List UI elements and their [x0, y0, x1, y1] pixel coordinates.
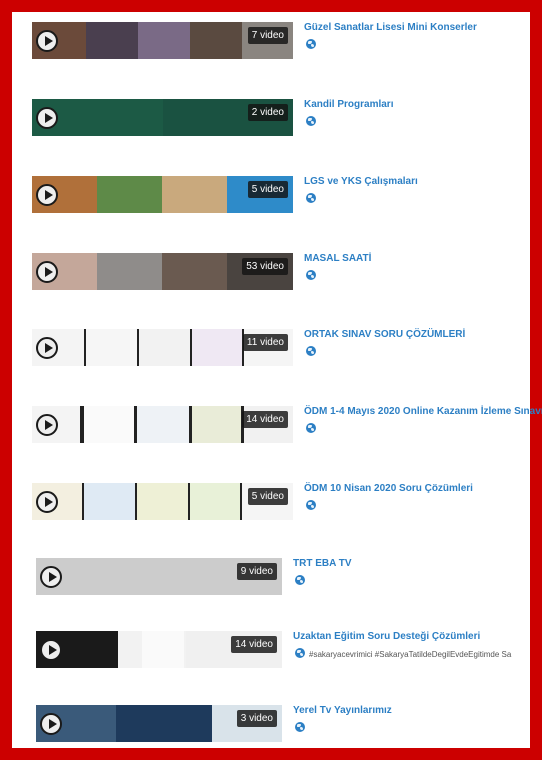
play-icon[interactable]	[36, 106, 58, 129]
globe-icon	[306, 346, 316, 356]
playlist-title[interactable]: ORTAK SINAV SORU ÇÖZÜMLERİ	[304, 329, 465, 341]
playlist-thumbnail[interactable]: 11 video	[32, 329, 293, 366]
playlist-thumbnail[interactable]: 53 video	[32, 253, 293, 290]
playlist-title[interactable]: Kandil Programları	[304, 99, 393, 111]
globe-icon	[306, 116, 316, 126]
video-count-badge: 53 video	[242, 258, 288, 275]
playlist-thumbnail[interactable]: 5 video	[32, 176, 293, 213]
playlist-description: #sakaryacevrimici #SakaryaTatildeDegilEv…	[309, 650, 512, 659]
playlist-title[interactable]: LGS ve YKS Çalışmaları	[304, 176, 418, 188]
video-count-badge: 5 video	[247, 488, 288, 505]
video-count-badge: 7 video	[247, 27, 288, 44]
globe-icon	[295, 575, 305, 585]
playlist-thumbnail[interactable]: 2 video	[32, 99, 293, 136]
playlist-thumbnail[interactable]: 14 video	[36, 631, 282, 668]
play-icon[interactable]	[40, 638, 62, 661]
video-count-badge: 3 video	[236, 710, 277, 727]
playlist-row: 5 video LGS ve YKS Çalışmaları	[12, 176, 530, 220]
playlist-panel: 7 video Güzel Sanatlar Lisesi Mini Konse…	[12, 12, 542, 749]
playlist-title[interactable]: Güzel Sanatlar Lisesi Mini Konserler	[304, 22, 477, 34]
play-icon[interactable]	[36, 260, 58, 283]
video-count-badge: 11 video	[242, 334, 288, 351]
playlist-title[interactable]: ÖDM 1-4 Mayıs 2020 Online Kazanım İzleme…	[304, 406, 542, 418]
playlist-title[interactable]: Yerel Tv Yayınlarımız	[293, 705, 392, 717]
playlist-row: 7 video Güzel Sanatlar Lisesi Mini Konse…	[12, 22, 530, 66]
play-icon[interactable]	[40, 565, 62, 588]
globe-icon	[295, 648, 305, 658]
playlist-row: 5 video ÖDM 10 Nisan 2020 Soru Çözümleri	[12, 483, 530, 527]
play-icon[interactable]	[36, 413, 58, 436]
video-count-badge: 2 video	[247, 104, 288, 121]
globe-icon	[306, 423, 316, 433]
playlist-thumbnail[interactable]: 9 video	[36, 558, 282, 595]
video-count-badge: 14 video	[231, 636, 277, 653]
globe-icon	[306, 39, 316, 49]
playlist-row: 3 video Yerel Tv Yayınlarımız	[12, 705, 530, 749]
globe-icon	[295, 722, 305, 732]
play-icon[interactable]	[36, 29, 58, 52]
playlist-thumbnail[interactable]: 14 video	[32, 406, 293, 443]
video-count-badge: 14 video	[242, 411, 288, 428]
playlist-title[interactable]: ÖDM 10 Nisan 2020 Soru Çözümleri	[304, 483, 473, 495]
playlist-title[interactable]: TRT EBA TV	[293, 558, 352, 570]
video-count-badge: 9 video	[236, 563, 277, 580]
playlist-row: 53 video MASAL SAATİ	[12, 253, 530, 297]
playlist-row: 14 video ÖDM 1-4 Mayıs 2020 Online Kazan…	[12, 406, 542, 450]
globe-icon	[306, 500, 316, 510]
playlist-title[interactable]: MASAL SAATİ	[304, 253, 371, 265]
playlist-row: 2 video Kandil Programları	[12, 99, 530, 143]
playlist-row: 11 video ORTAK SINAV SORU ÇÖZÜMLERİ	[12, 329, 530, 373]
globe-icon	[306, 193, 316, 203]
playlist-row: 14 video Uzaktan Eğitim Soru Desteği Çöz…	[12, 631, 530, 675]
playlist-row: 9 video TRT EBA TV	[12, 558, 530, 602]
video-count-badge: 5 video	[247, 181, 288, 198]
play-icon[interactable]	[36, 490, 58, 513]
playlist-thumbnail[interactable]: 7 video	[32, 22, 293, 59]
globe-icon	[306, 270, 316, 280]
play-icon[interactable]	[40, 712, 62, 735]
playlist-thumbnail[interactable]: 3 video	[36, 705, 282, 742]
playlist-thumbnail[interactable]: 5 video	[32, 483, 293, 520]
play-icon[interactable]	[36, 336, 58, 359]
play-icon[interactable]	[36, 183, 58, 206]
playlist-title[interactable]: Uzaktan Eğitim Soru Desteği Çözümleri	[293, 631, 480, 643]
